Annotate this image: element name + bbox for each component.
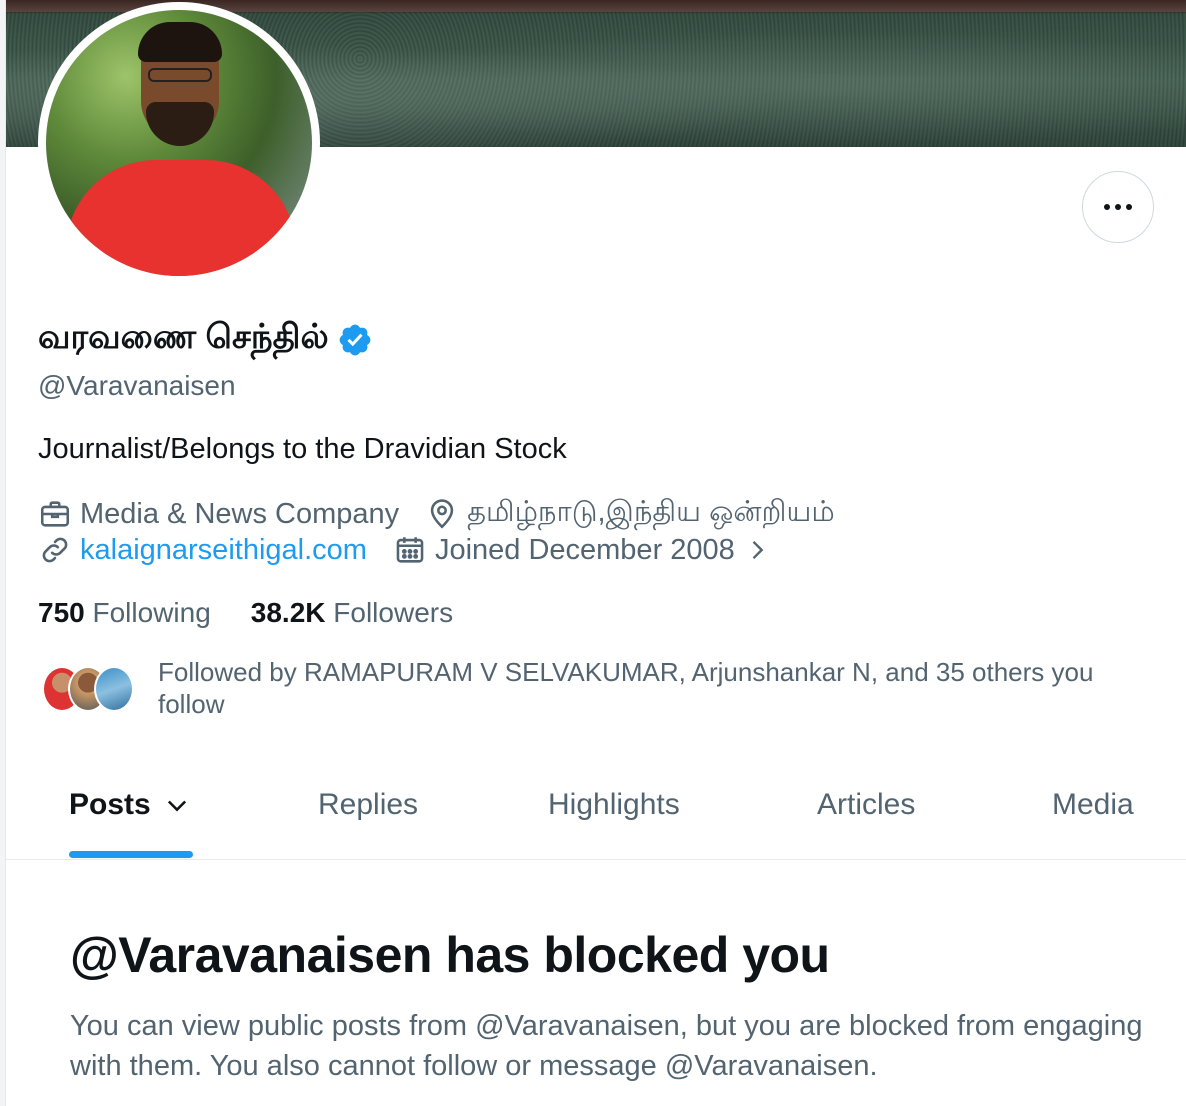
following-stat[interactable]: 750 Following <box>38 597 211 629</box>
profile-page: வரவணை செந்தில் @Varavanaisen Journalist/… <box>0 0 1186 1106</box>
more-options-icon <box>1104 204 1132 210</box>
followers-label: Followers <box>333 597 454 628</box>
blocked-message: You can view public posts from @Varavana… <box>70 1010 1143 1082</box>
profile-category: Media & News Company <box>38 497 399 531</box>
followed-by-text: Followed by RAMAPURAM V SELVAKUMAR, Arju… <box>158 657 1094 719</box>
profile-website[interactable]: kalaignarseithigal.com <box>38 533 367 567</box>
profile-meta-row-1: Media & News Company தமிழ்நாடு,இந்திய ஒன… <box>38 496 861 532</box>
following-label: Following <box>92 597 211 628</box>
location-pin-icon <box>430 499 454 529</box>
blocked-title: @Varavanaisen has blocked you <box>70 927 830 983</box>
calendar-icon <box>396 537 424 563</box>
follower-avatar <box>94 666 134 712</box>
tab-posts[interactable]: Posts <box>69 788 191 822</box>
followers-stat[interactable]: 38.2K Followers <box>251 597 453 629</box>
followers-count: 38.2K <box>250 597 326 628</box>
profile-name-row: வரவணை செந்தில் <box>38 318 373 361</box>
tab-media[interactable]: Media <box>1052 788 1134 822</box>
profile-location: தமிழ்நாடு,இந்திய ஒன்றியம் <box>425 496 835 532</box>
website-link[interactable]: kalaignarseithigal.com <box>80 534 367 567</box>
joined-label: Joined December 2008 <box>434 533 735 566</box>
following-count: 750 <box>38 597 85 628</box>
tab-highlights[interactable]: Highlights <box>548 788 680 822</box>
chevron-down-icon[interactable] <box>163 791 191 819</box>
profile-meta-row-2: kalaignarseithigal.com Joined December 2… <box>38 533 797 567</box>
display-name: வரவணை செந்தில் <box>38 318 329 356</box>
active-tab-indicator <box>69 851 193 858</box>
verified-badge-icon[interactable] <box>337 322 373 358</box>
profile-tabs: Posts Replies Highlights Articles Media <box>6 760 1186 860</box>
category-label: Media & News Company <box>80 497 400 530</box>
avatar-photo <box>46 10 312 276</box>
left-border <box>0 0 6 1106</box>
tab-replies[interactable]: Replies <box>318 788 418 822</box>
profile-avatar[interactable] <box>38 2 320 284</box>
link-icon <box>42 537 68 563</box>
tab-articles[interactable]: Articles <box>817 788 915 822</box>
chevron-right-icon[interactable] <box>743 536 771 564</box>
tab-posts-label: Posts <box>69 788 151 821</box>
more-options-button[interactable] <box>1082 171 1154 243</box>
followed-by-avatars <box>42 666 134 718</box>
location-label: தமிழ்நாடு,இந்திய ஒன்றியம் <box>467 496 835 528</box>
followed-by-section[interactable]: Followed by RAMAPURAM V SELVAKUMAR, Arju… <box>42 656 1118 720</box>
profile-bio: Journalist/Belongs to the Dravidian Stoc… <box>38 433 567 465</box>
profile-handle: @Varavanaisen <box>38 370 236 401</box>
briefcase-icon <box>40 501 70 527</box>
profile-stats: 750 Following 38.2K Followers <box>38 597 453 629</box>
profile-joined[interactable]: Joined December 2008 <box>393 533 771 567</box>
